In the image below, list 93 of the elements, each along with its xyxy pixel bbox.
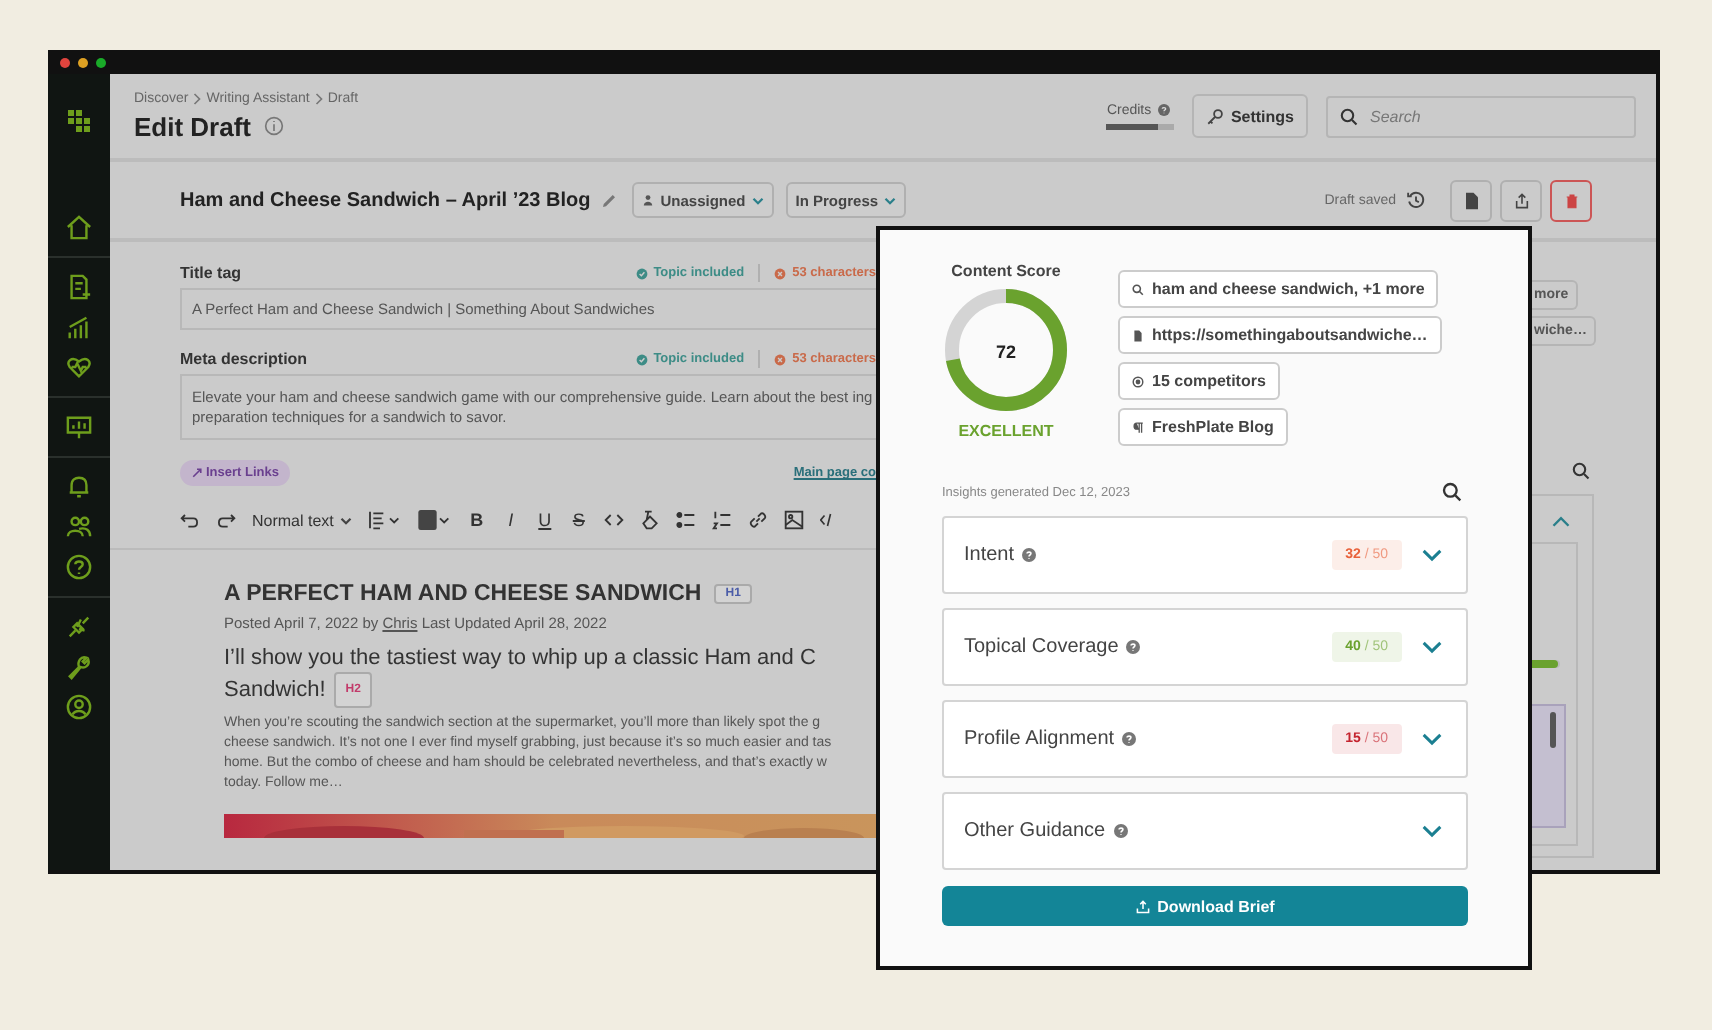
minimize-dot[interactable] (78, 57, 88, 67)
page-icon (1132, 329, 1144, 341)
format-button[interactable]: S (569, 510, 588, 530)
chevron-right-icon (313, 91, 324, 105)
settings-button[interactable]: Settings (1192, 94, 1308, 138)
section-title: Intent (964, 544, 1015, 566)
help-icon[interactable] (1122, 732, 1137, 746)
help-icon[interactable] (66, 554, 92, 580)
content-score-label: Content Score (951, 262, 1061, 280)
check-circle-icon (635, 267, 648, 279)
chevron-down-icon[interactable] (1422, 640, 1442, 654)
chevron-down-icon[interactable] (1422, 732, 1442, 746)
numbered-list-icon[interactable] (711, 510, 732, 530)
accordion-section[interactable]: Other Guidance (942, 792, 1468, 870)
pencil-icon[interactable] (600, 191, 619, 209)
document-button[interactable] (1450, 179, 1492, 221)
bar-chart-icon[interactable] (66, 314, 92, 340)
wrench-icon[interactable] (66, 654, 92, 680)
article-subheading: I’ll show you the tastiest way to whip up a classic Ham and C (224, 644, 816, 672)
help-icon[interactable] (1126, 640, 1141, 654)
info-chip[interactable]: FreshPlate Blog (1118, 408, 1288, 446)
caret-icon (884, 195, 897, 205)
text-style-dropdown[interactable]: Normal text (252, 511, 352, 529)
paragraph-icon (1132, 421, 1144, 433)
format-button[interactable]: I (501, 510, 520, 530)
format-button[interactable]: U (535, 510, 554, 530)
error-circle-icon (774, 267, 787, 279)
info-chip[interactable]: 15 competitors (1118, 362, 1280, 400)
code-icon[interactable] (603, 510, 624, 530)
trash-icon (1563, 191, 1579, 209)
redo-icon[interactable] (216, 510, 236, 530)
presentation-icon[interactable] (66, 414, 92, 440)
page-title: Edit Draft (134, 111, 251, 141)
format-button[interactable]: B (467, 510, 486, 530)
home-icon[interactable] (66, 214, 92, 240)
article-heading: A PERFECT HAM AND CHEESE SANDWICH (224, 582, 702, 606)
undo-icon[interactable] (180, 510, 200, 530)
score-rating: EXCELLENT (958, 422, 1054, 440)
user-icon[interactable] (66, 694, 92, 720)
info-icon[interactable] (263, 116, 283, 136)
scroll-preview (1532, 704, 1566, 828)
document-title: Ham and Cheese Sandwich – April ’23 Blog (180, 189, 591, 211)
document-plus-icon[interactable] (66, 274, 92, 300)
image-icon[interactable] (783, 510, 804, 530)
link-icon[interactable] (747, 510, 768, 530)
close-dot[interactable] (60, 57, 70, 67)
chevron-down-icon[interactable] (1422, 824, 1442, 838)
help-icon[interactable] (1022, 548, 1037, 562)
caret-icon (751, 195, 764, 205)
target-icon (1132, 375, 1144, 387)
search-icon[interactable] (1442, 482, 1462, 502)
section-title: Other Guidance (964, 820, 1106, 842)
person-icon (642, 194, 655, 206)
error-circle-icon (774, 353, 787, 365)
section-title: Topical Coverage (964, 636, 1119, 658)
search-field[interactable]: Search (1326, 95, 1636, 137)
caret-icon (339, 515, 352, 525)
maximize-dot[interactable] (96, 57, 106, 67)
chevron-right-icon (192, 91, 203, 105)
arrow-icon (192, 468, 202, 478)
bell-icon[interactable] (66, 474, 92, 500)
plug-icon[interactable] (66, 614, 92, 640)
document-icon (1463, 191, 1479, 209)
section-title: Profile Alignment (964, 728, 1115, 750)
code-block-icon[interactable] (819, 510, 832, 530)
help-icon[interactable] (1157, 104, 1170, 116)
field-label: Title tag (180, 264, 242, 282)
search-icon (1132, 283, 1144, 295)
color-picker-icon[interactable] (417, 510, 452, 530)
search-icon (1340, 107, 1358, 125)
info-chip[interactable]: https://somethingaboutsandwiche… (1118, 316, 1442, 354)
heart-icon[interactable] (66, 354, 92, 380)
field-label: Meta description (180, 350, 308, 368)
download-brief-button[interactable]: Download Brief (942, 886, 1468, 926)
article-subheading: Sandwich! (224, 676, 326, 704)
share-button[interactable] (1500, 179, 1542, 221)
bullet-list-icon[interactable] (675, 510, 696, 530)
chevron-down-icon[interactable] (1422, 548, 1442, 562)
people-icon[interactable] (66, 514, 92, 540)
clear-format-icon[interactable] (639, 510, 660, 530)
align-dropdown-icon[interactable] (367, 510, 402, 530)
help-icon[interactable] (1113, 824, 1128, 838)
score-value: 72 (996, 342, 1016, 362)
key-icon (1206, 107, 1225, 125)
chevron-icon[interactable] (1552, 516, 1570, 528)
history-icon[interactable] (1406, 190, 1426, 210)
search-icon[interactable] (1572, 462, 1590, 480)
check-circle-icon (635, 353, 648, 365)
logo-icon[interactable] (67, 110, 91, 134)
info-chip[interactable]: ham and cheese sandwich, +1 more (1118, 270, 1439, 308)
delete-button[interactable] (1550, 179, 1592, 221)
upload-icon (1135, 899, 1150, 913)
share-icon (1513, 191, 1529, 209)
